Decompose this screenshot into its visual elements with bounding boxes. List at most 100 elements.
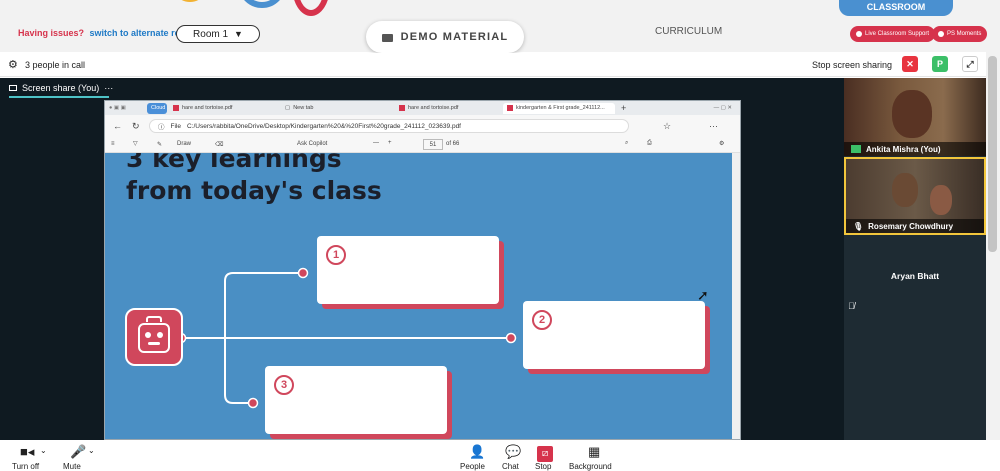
connector-dot xyxy=(505,332,517,344)
mic-muted-icon: 🎙̸ xyxy=(848,301,855,311)
robot-logo xyxy=(125,308,183,366)
shared-browser-window: ● ▣ ▣ Cloud hare and tortoise.pdf ▢ New t… xyxy=(104,100,741,440)
ps-moments-button[interactable]: PS Moments xyxy=(932,26,988,42)
settings-icon[interactable]: ⚙ xyxy=(719,140,724,147)
toolbar-label: Stop xyxy=(535,462,552,471)
expand-icon: ⤢ xyxy=(966,58,974,69)
monitor-icon xyxy=(9,85,17,91)
window-controls-icon: ● ▣ ▣ xyxy=(109,105,126,111)
pdf-toolbar: ≡ ▽ ✎ Draw ⌫ Ask Copilot — + 51 of 66 ⌕ … xyxy=(105,137,740,153)
participant-name-bar: Ankita Mishra (You) xyxy=(844,142,986,156)
pdf-icon xyxy=(399,105,405,111)
folder-icon xyxy=(381,34,393,42)
tab-label: hare and tortoise.pdf xyxy=(182,105,233,111)
live-support-button[interactable]: Live Classroom Support xyxy=(850,26,936,42)
chevron-down-icon[interactable]: ⌄ xyxy=(88,446,95,455)
toolbar-label: People xyxy=(460,462,485,471)
camera-icon[interactable]: ■◂ xyxy=(20,444,34,460)
pdf-scrollbar[interactable] xyxy=(732,153,740,439)
stop-share-icon[interactable]: ⧄ xyxy=(537,446,553,462)
participant-name-bar: 🎙 Rosemary Chowdhury xyxy=(846,219,984,233)
url-text: C:/Users/rabbita/OneDrive/Desktop/Kinder… xyxy=(186,122,461,130)
learning-card: 3 xyxy=(265,366,447,434)
ask-copilot-button[interactable]: Ask Copilot xyxy=(297,141,327,147)
chat-icon[interactable]: 💬 xyxy=(505,444,521,460)
screen-share-tab[interactable]: Screen share (You) ··· xyxy=(9,83,113,98)
issues-text: Having issues? xyxy=(18,28,85,38)
zoom-out-icon[interactable]: — xyxy=(373,140,379,146)
curriculum-tab[interactable]: CURRICULUM xyxy=(655,26,722,37)
draw-button[interactable]: Draw xyxy=(177,141,191,147)
newtab-icon: ▢ xyxy=(285,105,291,111)
print-icon[interactable]: ⎙ xyxy=(647,140,652,147)
tab-label: kindergarten & First grade_241112... xyxy=(516,105,605,111)
microphone-icon[interactable]: 🎤 xyxy=(70,444,86,460)
search-icon[interactable]: ⌕ xyxy=(625,140,628,147)
issues-notice: Having issues? switch to alternate room xyxy=(18,28,194,38)
mic-icon xyxy=(851,145,861,153)
caret-down-icon: ▼ xyxy=(234,29,243,39)
zoom-in-icon[interactable]: + xyxy=(388,140,392,146)
fullscreen-button[interactable]: ⤢ xyxy=(962,56,978,72)
browser-tab[interactable]: hare and tortoise.pdf xyxy=(169,103,279,114)
demo-material-label: DEMO MATERIAL xyxy=(400,31,509,43)
page-number-field[interactable]: 51 xyxy=(423,139,443,150)
draw-icon[interactable]: ✎ xyxy=(157,141,162,148)
card-number: 2 xyxy=(532,310,552,330)
toolbar-label: Background xyxy=(569,462,612,471)
participant-name: Ankita Mishra (You) xyxy=(866,144,941,154)
card-number: 3 xyxy=(274,375,294,395)
toolbar-label: Turn off xyxy=(12,462,40,471)
back-icon[interactable]: ← xyxy=(113,121,122,131)
close-icon: ✕ xyxy=(906,58,914,69)
browser-tab[interactable]: hare and tortoise.pdf xyxy=(395,103,501,114)
classroom-tab[interactable]: CLASSROOM xyxy=(839,0,953,16)
pdf-slide: 3 key learnings from today's class 1 2 3 xyxy=(105,153,732,439)
file-label: File xyxy=(170,122,181,130)
browser-tab[interactable]: Cloud xyxy=(147,102,167,114)
chevron-down-icon[interactable]: ⌄ xyxy=(40,446,47,455)
more-icon[interactable]: ··· xyxy=(104,83,113,93)
browser-tab-active[interactable]: kindergarten & First grade_241112... xyxy=(503,102,615,114)
tab-label: hare and tortoise.pdf xyxy=(408,105,459,111)
ps-moments-label: PS Moments xyxy=(947,31,982,37)
favorite-icon[interactable]: ☆ xyxy=(663,121,671,132)
menu-icon[interactable]: ≡ xyxy=(111,141,115,147)
highlight-icon[interactable]: ▽ xyxy=(133,140,138,147)
screen-share-label: Screen share (You) xyxy=(22,83,100,93)
scrollbar-thumb[interactable] xyxy=(988,56,997,252)
gear-icon[interactable]: ⚙ xyxy=(8,58,18,71)
stop-sharing-button[interactable]: ✕ xyxy=(902,56,918,72)
live-support-label: Live Classroom Support xyxy=(865,31,930,37)
demo-material-button[interactable]: DEMO MATERIAL xyxy=(366,21,524,53)
participant-name: Aryan Bhatt xyxy=(890,271,940,281)
background-icon[interactable]: ▦ xyxy=(588,444,600,460)
learning-card: 2 xyxy=(523,301,705,369)
people-count: 3 people in call xyxy=(25,60,86,70)
reload-icon[interactable]: ↻ xyxy=(132,121,140,132)
presenter-avatar[interactable]: P xyxy=(932,56,948,72)
connector-dot xyxy=(247,397,259,409)
mouse-cursor-icon: ➚ xyxy=(697,287,709,303)
participant-tile-active[interactable]: 🎙 Rosemary Chowdhury xyxy=(844,157,986,235)
pdf-icon xyxy=(507,105,513,111)
more-icon[interactable]: ··· xyxy=(709,121,718,131)
eraser-icon[interactable]: ⌫ xyxy=(215,141,223,148)
window-buttons-icon[interactable]: — ▢ ✕ xyxy=(714,105,740,111)
support-icon xyxy=(856,31,862,37)
moments-icon xyxy=(938,31,944,37)
people-icon[interactable]: 👤 xyxy=(469,444,485,460)
toolbar-label: Chat xyxy=(502,462,519,471)
browser-tab[interactable]: ▢ New tab xyxy=(281,103,393,114)
new-tab-icon[interactable]: + xyxy=(621,103,626,113)
card-number: 1 xyxy=(326,245,346,265)
participant-tile[interactable]: Ankita Mishra (You) xyxy=(844,78,986,156)
page-total: of 66 xyxy=(446,141,460,147)
room-select[interactable]: Room 1 ▼ xyxy=(176,25,260,43)
pdf-icon xyxy=(173,105,179,111)
address-bar: ← ↻ ⓘ File C:/Users/rabbita/OneDrive/Des… xyxy=(105,115,740,137)
active-tab-indicator xyxy=(9,96,109,98)
url-field[interactable]: ⓘ File C:/Users/rabbita/OneDrive/Desktop… xyxy=(149,119,629,133)
browser-tab-strip: ● ▣ ▣ Cloud hare and tortoise.pdf ▢ New t… xyxy=(105,101,740,115)
participant-name: Rosemary Chowdhury xyxy=(868,221,954,231)
